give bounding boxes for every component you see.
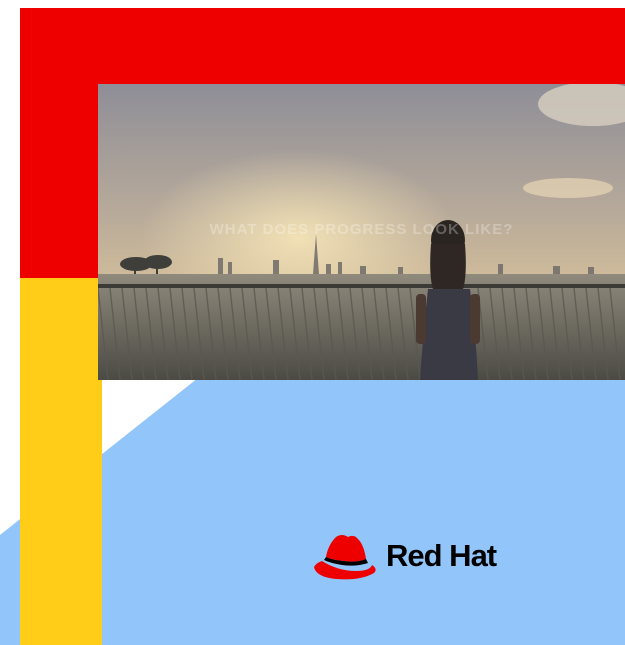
red-hat-fedora-icon [314,535,376,580]
yellow-left-band [20,278,102,645]
red-hat-logo: Red Hat [312,530,527,582]
red-top-band [20,8,625,84]
photo-caption: WHAT DOES PROGRESS LOOK LIKE? [209,221,514,238]
hero-photo: WHAT DOES PROGRESS LOOK LIKE? [98,84,625,380]
red-left-band [20,8,98,278]
logo-wordmark: Red Hat [386,538,497,573]
